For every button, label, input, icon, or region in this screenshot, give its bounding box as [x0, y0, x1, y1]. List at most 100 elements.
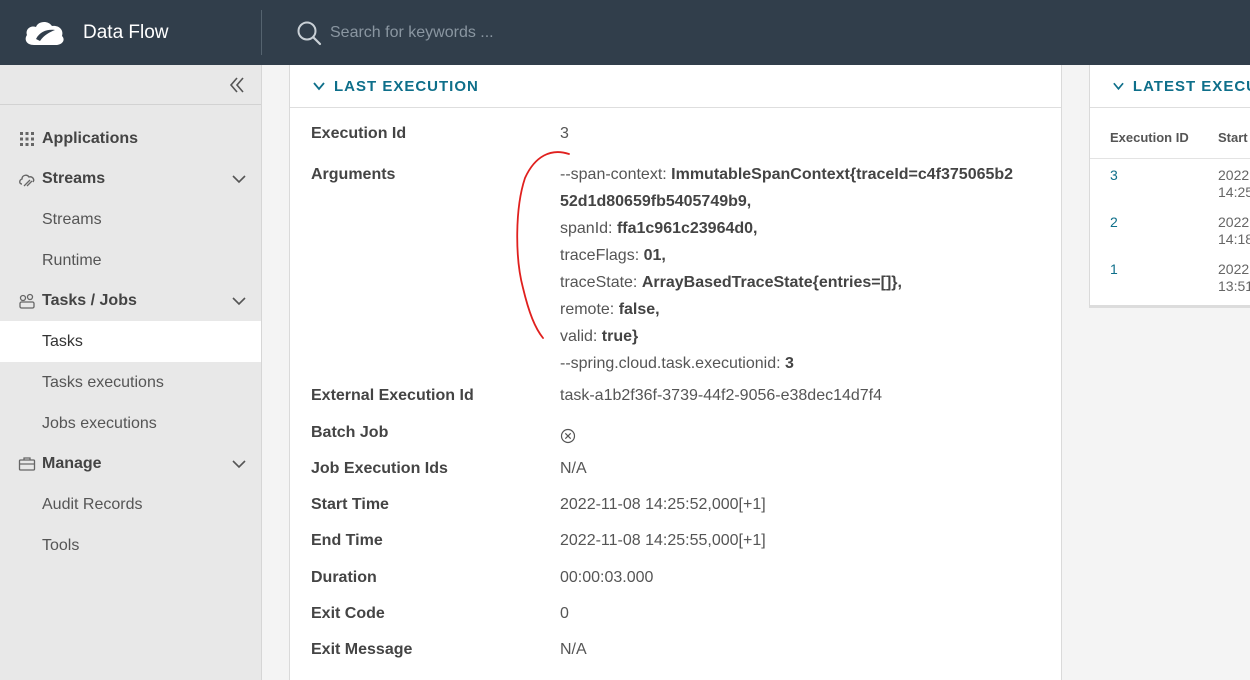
sidebar-item-audit-records[interactable]: Audit Records [0, 484, 261, 525]
sidebar-item-streams[interactable]: Streams [0, 199, 261, 240]
argument-line: traceFlags: 01, [560, 242, 1051, 269]
argument-value: ArrayBasedTraceState{entries=[]}, [641, 274, 902, 291]
detail-label: External Execution Id [311, 387, 474, 404]
sidebar-item-tools[interactable]: Tools [0, 525, 261, 566]
start-time-cell: 2022 13:51 [1218, 261, 1250, 300]
start-clock: 14:18 [1218, 231, 1250, 247]
chevron-down-icon [1113, 82, 1124, 91]
argument-line: spanId: ffa1c961c23964d0, [560, 215, 1051, 242]
start-date: 2022 [1218, 167, 1250, 183]
search-bar [296, 20, 730, 46]
grid-icon [20, 132, 34, 146]
detail-row-exit-message: Exit Message N/A [311, 641, 1051, 671]
detail-value: 0 [560, 605, 569, 622]
argument-value: false, [618, 301, 660, 318]
detail-label: Start Time [311, 496, 389, 513]
argument-line: remote: false, [560, 296, 1051, 323]
app-title: Data Flow [83, 21, 169, 43]
chevron-down-icon [313, 82, 325, 91]
detail-row-job-execution-ids: Job Execution Ids N/A [311, 460, 1051, 496]
argument-key: remote: [560, 301, 619, 318]
sidebar: Applications Streams Streams Runtime Tas… [0, 65, 262, 680]
double-chevron-left-icon[interactable] [225, 73, 249, 97]
argument-value: true} [601, 328, 639, 345]
chevron-down-icon [232, 460, 246, 469]
argument-key: traceState: [560, 274, 642, 291]
arguments-list: --span-context: ImmutableSpanContext{tra… [560, 161, 1051, 387]
last-execution-header[interactable]: LAST EXECUTION [290, 65, 1061, 108]
start-clock: 14:25 [1218, 184, 1250, 200]
execution-id-link[interactable]: 1 [1110, 261, 1218, 300]
detail-row-duration: Duration 00:00:03.000 [311, 569, 1051, 605]
detail-label: End Time [311, 532, 383, 549]
chevron-down-icon [232, 175, 246, 184]
argument-line: --spring.cloud.task.executionid: 3 [560, 350, 1051, 377]
card-title: LAST EXECUTION [334, 77, 479, 95]
execution-id-link[interactable]: 3 [1110, 167, 1218, 206]
argument-value: 3 [785, 355, 794, 372]
sidebar-item-runtime[interactable]: Runtime [0, 240, 261, 281]
execution-id-link[interactable]: 2 [1110, 214, 1218, 253]
detail-value: 00:00:03.000 [560, 569, 654, 586]
start-date: 2022 [1218, 214, 1250, 230]
detail-label: Execution Id [311, 125, 407, 142]
sidebar-group-label: Manage [42, 455, 102, 472]
sidebar-item-tasks-executions[interactable]: Tasks executions [0, 362, 261, 403]
argument-value: 01, [643, 247, 666, 264]
argument-line: --span-context: ImmutableSpanContext{tra… [560, 161, 1051, 188]
detail-row-arguments: Arguments --span-context: ImmutableSpanC… [311, 161, 1051, 387]
sidebar-nav: Applications Streams Streams Runtime Tas… [0, 119, 261, 566]
detail-row-execution-id: Execution Id 3 [311, 125, 1051, 161]
argument-key: traceFlags: [560, 247, 644, 264]
column-header-start[interactable]: Start [1218, 130, 1248, 158]
sidebar-item-tasks[interactable]: Tasks [0, 321, 261, 362]
detail-label: Batch Job [311, 424, 389, 441]
detail-value: 3 [560, 125, 569, 142]
detail-label: Arguments [311, 166, 396, 183]
cloud-logo-icon[interactable] [22, 17, 66, 49]
table-row: 1 2022 13:51 [1090, 253, 1250, 300]
sidebar-group-tasks-jobs[interactable]: Tasks / Jobs [0, 281, 261, 321]
header-divider [261, 10, 262, 55]
sidebar-group-streams[interactable]: Streams [0, 159, 261, 199]
detail-value: N/A [560, 641, 587, 658]
detail-row-external-execution-id: External Execution Id task-a1b2f36f-3739… [311, 387, 1051, 424]
argument-line: 52d1d80659fb5405749b9, [560, 188, 1051, 215]
table-row: 2 2022 14:18 [1090, 206, 1250, 253]
tasks-icon [19, 293, 35, 309]
detail-label: Job Execution Ids [311, 460, 448, 477]
sidebar-group-applications[interactable]: Applications [0, 119, 261, 159]
detail-value: N/A [560, 460, 587, 477]
sidebar-group-manage[interactable]: Manage [0, 444, 261, 484]
detail-value: task-a1b2f36f-3739-44f2-9056-e38dec14d7f… [560, 387, 883, 404]
start-date: 2022 [1218, 261, 1250, 277]
argument-key: valid: [560, 328, 602, 345]
top-header: Data Flow [0, 0, 1250, 65]
sidebar-group-label: Streams [42, 170, 106, 187]
start-clock: 13:51 [1218, 278, 1250, 294]
sidebar-collapse-row [0, 65, 261, 105]
card-title: LATEST EXECU [1132, 77, 1250, 95]
sidebar-group-label: Applications [42, 130, 139, 147]
table-row: 3 2022 14:25 [1090, 159, 1250, 206]
sidebar-group-label: Tasks / Jobs [42, 292, 137, 309]
detail-value [560, 424, 1051, 460]
argument-line: traceState: ArrayBasedTraceState{entries… [560, 269, 1051, 296]
detail-label: Duration [311, 569, 377, 586]
start-time-cell: 2022 14:18 [1218, 214, 1250, 253]
latest-executions-header[interactable]: LATEST EXECU [1090, 65, 1250, 108]
execution-details: Execution Id 3 Arguments --span-context:… [311, 125, 1051, 671]
argument-key: spanId: [560, 220, 617, 237]
search-input[interactable] [330, 23, 730, 42]
argument-key: --spring.cloud.task.executionid: [560, 355, 785, 372]
detail-row-batch-job: Batch Job [311, 424, 1051, 460]
column-header-execution-id[interactable]: Execution ID [1110, 130, 1218, 158]
detail-label: Exit Code [311, 605, 385, 622]
streams-icon [19, 174, 35, 187]
argument-value: ImmutableSpanContext{traceId=c4f375065b2 [671, 166, 1014, 183]
detail-label: Exit Message [311, 641, 413, 658]
table-header: Execution ID Start [1090, 108, 1250, 159]
sidebar-item-jobs-executions[interactable]: Jobs executions [0, 403, 261, 444]
argument-value: ffa1c961c23964d0, [616, 220, 758, 237]
argument-key: --span-context: [560, 166, 672, 183]
